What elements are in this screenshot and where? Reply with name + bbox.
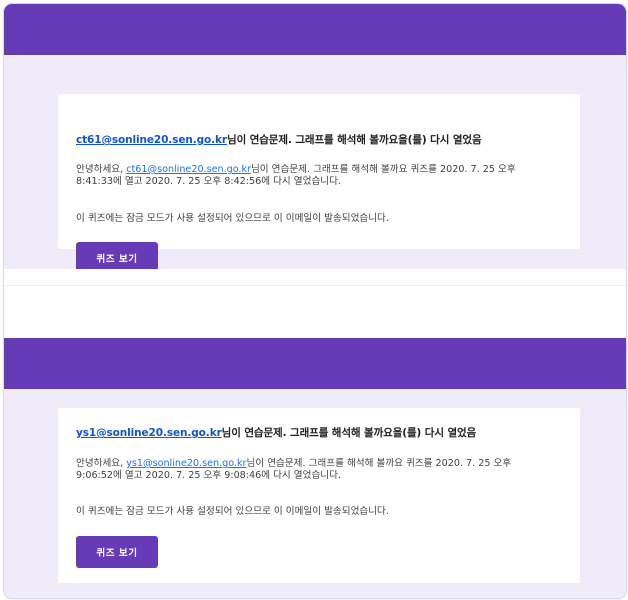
lock-mode-notice: 이 퀴즈에는 잠금 모드가 사용 설정되어 있으므로 이 이메일이 발송되었습니… [76,213,389,224]
email-body: 안녕하세요, ys1@sonline20.sen.go.kr님이 연습문제. 그… [76,458,566,482]
sender-email-link[interactable]: ct61@sonline20.sen.go.kr [76,134,227,146]
greeting-text: 안녕하세요, [76,458,127,469]
body-email-link[interactable]: ys1@sonline20.sen.go.kr [126,458,246,469]
email-heading-text: 님이 연습문제. 그래프를 해석해 볼까요을(를) 다시 열었음 [221,427,477,439]
email-card: ct61@sonline20.sen.go.kr님이 연습문제. 그래프를 해석… [58,94,580,274]
body-line-1-text: 님이 연습문제. 그래프를 해석해 볼까요 퀴즈를 2020. 7. 25 오후 [246,458,512,469]
email-body-line-1: 안녕하세요, ct61@sonline20.sen.go.kr님이 연습문제. … [76,164,566,176]
view-quiz-button[interactable]: 퀴즈 보기 [76,536,158,568]
body-email-link[interactable]: ct61@sonline20.sen.go.kr [126,164,251,175]
email-section: ct61@sonline20.sen.go.kr님이 연습문제. 그래프를 해석… [4,55,626,274]
email-section: ys1@sonline20.sen.go.kr님이 연습문제. 그래프를 해석해… [4,389,626,598]
email-card: ys1@sonline20.sen.go.kr님이 연습문제. 그래프를 해석해… [58,408,580,583]
email-divider-gap [4,269,626,338]
email-heading: ct61@sonline20.sen.go.kr님이 연습문제. 그래프를 해석… [76,132,482,147]
email-body-line-1: 안녕하세요, ys1@sonline20.sen.go.kr님이 연습문제. 그… [76,458,566,470]
divider-line [4,285,626,286]
email-heading-text: 님이 연습문제. 그래프를 해석해 볼까요을(를) 다시 열었음 [227,134,482,146]
body-line-1-text: 님이 연습문제. 그래프를 해석해 볼까요 퀴즈를 2020. 7. 25 오후 [250,164,516,175]
email-body-line-2: 8:41:33에 열고 2020. 7. 25 오후 8:42:56에 다시 열… [76,176,341,187]
email-body: 안녕하세요, ct61@sonline20.sen.go.kr님이 연습문제. … [76,164,566,188]
greeting-text: 안녕하세요, [76,164,127,175]
email-thread-view: ct61@sonline20.sen.go.kr님이 연습문제. 그래프를 해석… [4,4,626,598]
email-header-banner [4,338,626,389]
email-body-line-2: 9:06:52에 열고 2020. 7. 25 오후 9:08:46에 다시 열… [76,470,341,481]
sender-email-link[interactable]: ys1@sonline20.sen.go.kr [76,427,222,439]
email-heading: ys1@sonline20.sen.go.kr님이 연습문제. 그래프를 해석해… [76,425,476,440]
lock-mode-notice: 이 퀴즈에는 잠금 모드가 사용 설정되어 있으므로 이 이메일이 발송되었습니… [76,506,389,517]
email-header-banner [4,4,626,55]
